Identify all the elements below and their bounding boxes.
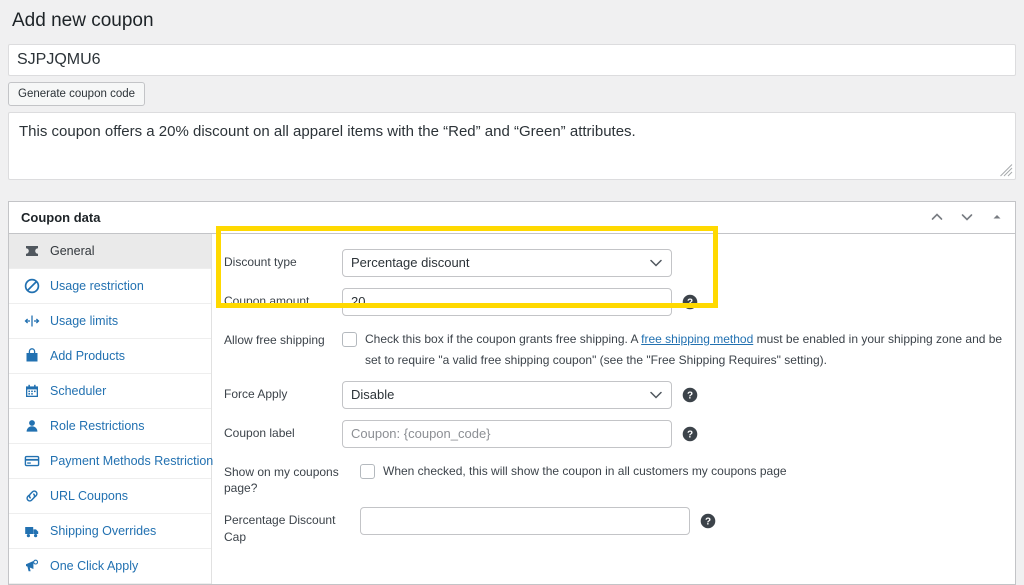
discount-type-select[interactable]: Percentage discount — [342, 248, 672, 277]
coupon-data-body: General Usage restriction Usage limits A… — [9, 225, 1015, 584]
megaphone-icon — [23, 557, 40, 574]
percentage-discount-cap-row: Percentage Discount Cap ? — [212, 502, 1015, 551]
help-icon[interactable]: ? — [682, 294, 698, 310]
coupon-label-control: ? — [342, 419, 1015, 448]
tab-label: URL Coupons — [50, 488, 129, 503]
show-on-coupons-page-label: Show on my coupons page? — [224, 464, 339, 496]
coupon-label-row: Coupon label ? — [212, 415, 1015, 454]
ticket-icon — [23, 242, 40, 259]
tab-one-click-apply[interactable]: One Click Apply — [9, 549, 211, 584]
svg-text:?: ? — [687, 390, 693, 401]
link-icon — [23, 487, 40, 504]
show-on-coupons-page-row: Show on my coupons page? When checked, t… — [212, 454, 1015, 503]
force-apply-row: Force Apply Disable ? — [212, 376, 1015, 415]
coupon-amount-input[interactable] — [342, 287, 672, 316]
coupon-description-wrapper: This coupon offers a 20% discount on all… — [8, 111, 1016, 180]
percentage-discount-cap-control: ? — [360, 507, 1015, 536]
toggle-panel-icon[interactable] — [987, 207, 1007, 227]
tab-label: Payment Methods Restriction — [50, 453, 214, 468]
svg-text:?: ? — [705, 517, 711, 528]
usage-limits-icon — [23, 312, 40, 329]
tab-label: Scheduler — [50, 383, 107, 398]
discount-type-control: Percentage discount — [342, 248, 1015, 277]
force-apply-control: Disable ? — [342, 380, 1015, 409]
discount-type-row: Discount type Percentage discount — [212, 244, 1015, 283]
allow-free-shipping-row: Allow free shipping Check this box if th… — [212, 322, 1015, 376]
credit-card-icon — [23, 452, 40, 469]
coupon-amount-row: Coupon amount ? — [212, 283, 1015, 322]
tab-add-products[interactable]: Add Products — [9, 339, 211, 374]
help-icon[interactable]: ? — [682, 387, 698, 403]
tab-label: Usage limits — [50, 313, 119, 328]
percentage-discount-cap-label: Percentage Discount Cap — [224, 513, 336, 545]
coupon-data-panel: Coupon data General Usage restriction Us… — [8, 200, 1016, 585]
tab-shipping-overrides[interactable]: Shipping Overrides — [9, 514, 211, 549]
svg-text:?: ? — [687, 297, 693, 308]
tab-role-restrictions[interactable]: Role Restrictions — [9, 409, 211, 444]
tab-label: Shipping Overrides — [50, 523, 157, 538]
percentage-discount-cap-input[interactable] — [360, 507, 690, 536]
tab-url-coupons[interactable]: URL Coupons — [9, 479, 211, 514]
tab-label: Add Products — [50, 348, 126, 363]
svg-text:?: ? — [687, 429, 693, 440]
help-icon[interactable]: ? — [682, 426, 698, 442]
tab-label: General — [50, 243, 95, 258]
coupon-label-label: Coupon label — [224, 425, 295, 440]
tab-general[interactable]: General — [9, 233, 211, 269]
tab-label: Role Restrictions — [50, 418, 145, 433]
force-apply-select[interactable]: Disable — [342, 380, 672, 409]
tab-usage-limits[interactable]: Usage limits — [9, 304, 211, 339]
allow-free-shipping-control: Check this box if the coupon grants free… — [342, 327, 1015, 371]
coupon-data-tabs: General Usage restriction Usage limits A… — [9, 233, 214, 584]
user-icon — [23, 417, 40, 434]
page-title: Add new coupon — [12, 10, 154, 31]
help-icon[interactable]: ? — [700, 513, 716, 529]
tab-scheduler[interactable]: Scheduler — [9, 374, 211, 409]
tab-usage-restriction[interactable]: Usage restriction — [9, 269, 211, 304]
admin-page: Add new coupon Generate coupon code This… — [0, 0, 1024, 585]
coupon-code-input[interactable] — [8, 43, 1016, 76]
move-up-icon[interactable] — [927, 207, 947, 227]
generate-coupon-code-button[interactable]: Generate coupon code — [8, 81, 146, 106]
show-on-coupons-page-description: When checked, this will show the coupon … — [383, 463, 787, 478]
coupon-amount-label: Coupon amount — [224, 293, 310, 308]
products-bag-icon — [23, 347, 40, 364]
panel-header-actions — [927, 202, 1007, 233]
tab-label: One Click Apply — [50, 558, 139, 573]
general-fields-panel: Discount type Percentage discount Coupon… — [212, 225, 1015, 584]
generate-button-row: Generate coupon code — [8, 76, 1016, 106]
free-shipping-text-before: Check this box if the coupon grants free… — [365, 331, 642, 346]
show-on-coupons-page-checkbox[interactable] — [360, 463, 375, 479]
coupon-label-input[interactable] — [342, 419, 672, 448]
show-on-coupons-page-control: When checked, this will show the coupon … — [360, 459, 1015, 482]
tab-payment-methods-restriction[interactable]: Payment Methods Restriction — [9, 444, 214, 479]
calendar-icon — [23, 382, 40, 399]
force-apply-label: Force Apply — [224, 386, 288, 401]
allow-free-shipping-description: Check this box if the coupon grants free… — [357, 327, 1015, 371]
free-shipping-method-link[interactable]: free shipping method — [641, 332, 753, 346]
tab-label: Usage restriction — [50, 278, 144, 293]
allow-free-shipping-checkbox[interactable] — [342, 331, 357, 347]
coupon-data-panel-header: Coupon data — [9, 201, 1015, 234]
coupon-data-title: Coupon data — [21, 209, 101, 225]
no-entry-icon — [23, 277, 40, 294]
truck-icon — [23, 522, 40, 539]
coupon-description-textarea[interactable]: This coupon offers a 20% discount on all… — [8, 111, 1016, 180]
allow-free-shipping-label: Allow free shipping — [224, 332, 325, 347]
coupon-amount-control: ? — [342, 287, 1015, 316]
discount-type-label: Discount type — [224, 254, 297, 269]
move-down-icon[interactable] — [957, 207, 977, 227]
